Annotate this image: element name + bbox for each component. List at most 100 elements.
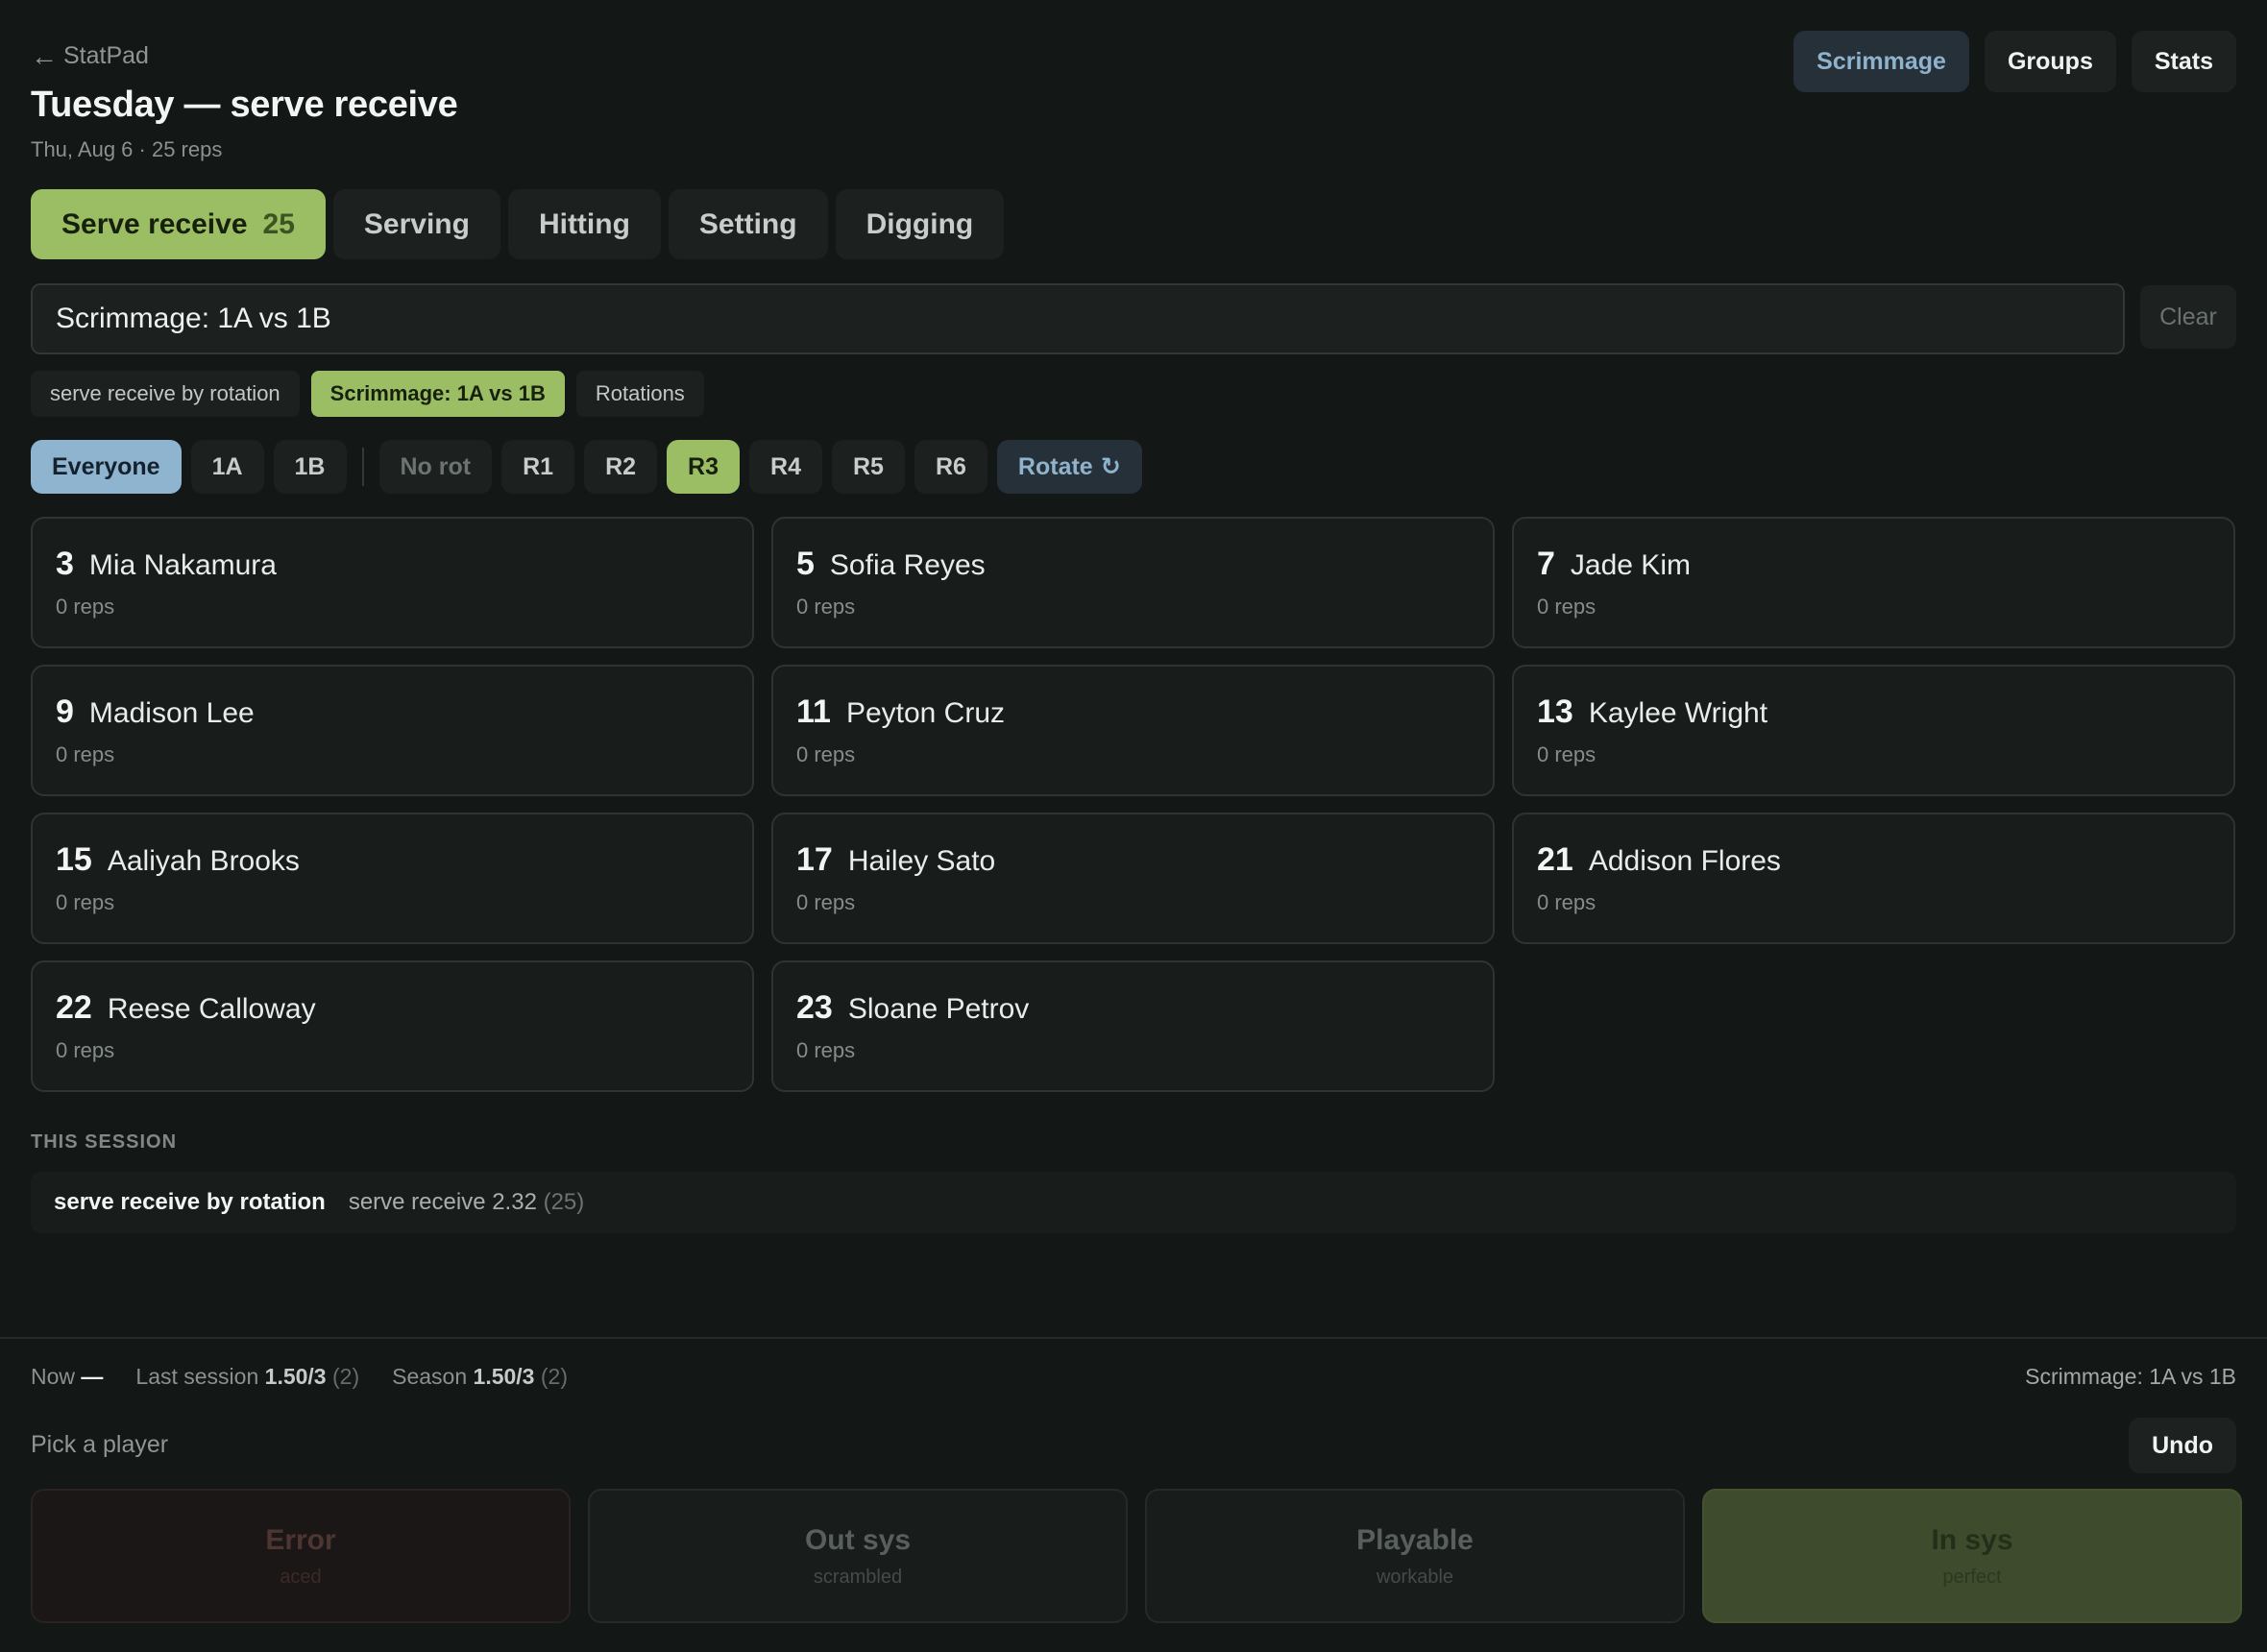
player-name: Peyton Cruz [845, 697, 1006, 729]
player-number: 23 [796, 989, 833, 1026]
grade-buttons: Error aced Out sys scrambled Playable wo… [31, 1489, 2242, 1623]
chip-serve-receive-by-rotation[interactable]: serve receive by rotation [31, 371, 300, 417]
filter-divider [361, 448, 364, 486]
nav-stats-button[interactable]: Stats [2131, 31, 2236, 92]
stat-last-count: (2) [332, 1364, 360, 1389]
player-card[interactable]: 17 Hailey Sato 0 reps [771, 813, 1495, 944]
nav-groups-button[interactable]: Groups [1984, 31, 2116, 92]
player-name: Hailey Sato [847, 845, 996, 877]
pick-player-prompt: Pick a player [31, 1431, 169, 1458]
grade-title: Playable [1356, 1523, 1474, 1556]
player-name: Kaylee Wright [1588, 697, 1768, 729]
clear-button[interactable]: Clear [2140, 285, 2236, 349]
undo-button[interactable]: Undo [2129, 1418, 2236, 1473]
stat-now-value: — [81, 1364, 104, 1389]
top-nav: Scrimmage Groups Stats [1793, 31, 2236, 92]
player-reps: 0 reps [56, 595, 115, 619]
nav-scrimmage-button[interactable]: Scrimmage [1793, 31, 1969, 92]
tab-serving[interactable]: Serving [332, 189, 500, 259]
grade-title: In sys [1931, 1523, 2013, 1556]
player-card[interactable]: 23 Sloane Petrov 0 reps [771, 960, 1495, 1092]
tab-label: Serve receive [61, 207, 248, 240]
tab-serve-receive[interactable]: Serve receive 25 [31, 189, 326, 259]
player-reps: 0 reps [1537, 890, 1597, 914]
filter-r4[interactable]: R4 [749, 440, 822, 494]
player-card[interactable]: 15 Aaliyah Brooks 0 reps [31, 813, 754, 944]
player-card[interactable]: 3 Mia Nakamura 0 reps [31, 517, 754, 648]
player-number: 11 [796, 693, 831, 730]
session-count: (25) [543, 1189, 585, 1215]
player-reps: 0 reps [56, 890, 115, 914]
player-card[interactable]: 21 Addison Flores 0 reps [1512, 813, 2235, 944]
grade-out-sys-button[interactable]: Out sys scrambled [588, 1489, 1128, 1623]
rotate-button[interactable]: Rotate ↻ [996, 440, 1142, 494]
filter-no-rot[interactable]: No rot [378, 440, 493, 494]
tab-digging[interactable]: Digging [835, 189, 1005, 259]
player-name: Jade Kim [1570, 549, 1691, 581]
grade-subtitle: workable [1376, 1566, 1454, 1588]
filter-r2[interactable]: R2 [584, 440, 658, 494]
filter-r6[interactable]: R6 [914, 440, 987, 494]
stat-last-session: Last session 1.50/3 (2) [135, 1364, 359, 1390]
rotate-icon: ↻ [1100, 453, 1121, 480]
back-link[interactable]: ← StatPad [31, 42, 149, 70]
player-name: Reese Calloway [107, 993, 316, 1025]
session-summary-row[interactable]: serve receive by rotation serve receive … [31, 1172, 2236, 1233]
player-number: 9 [56, 693, 74, 730]
player-number: 5 [796, 546, 815, 582]
player-name: Sloane Petrov [847, 993, 1030, 1025]
filter-1a[interactable]: 1A [190, 440, 264, 494]
search-input[interactable]: Scrimmage: 1A vs 1B [31, 283, 2125, 354]
player-reps: 0 reps [796, 742, 856, 766]
player-number: 22 [56, 989, 92, 1026]
filter-r3[interactable]: R3 [667, 440, 741, 494]
tab-label: Hitting [538, 207, 630, 240]
player-reps: 0 reps [796, 1038, 856, 1062]
page-subtitle: Thu, Aug 6 · 25 reps [31, 137, 223, 161]
player-card[interactable]: 22 Reese Calloway 0 reps [31, 960, 754, 1092]
session-name: serve receive by rotation [54, 1189, 326, 1215]
suggestion-chips: serve receive by rotation Scrimmage: 1A … [31, 371, 704, 417]
player-card[interactable]: 5 Sofia Reyes 0 reps [771, 517, 1495, 648]
filter-bar: Everyone 1A 1B No rot R1 R2 R3 R4 R5 R6 … [31, 440, 1142, 494]
skill-tabs: Serve receive 25 Serving Hitting Setting… [31, 189, 1005, 259]
player-reps: 0 reps [56, 742, 115, 766]
player-card[interactable]: 9 Madison Lee 0 reps [31, 665, 754, 796]
player-number: 15 [56, 841, 92, 878]
filter-r1[interactable]: R1 [501, 440, 575, 494]
player-name: Aaliyah Brooks [107, 845, 300, 877]
grade-in-sys-button[interactable]: In sys perfect [1702, 1489, 2242, 1623]
grade-title: Error [265, 1523, 336, 1556]
player-name: Addison Flores [1588, 845, 1781, 877]
player-reps: 0 reps [1537, 742, 1597, 766]
player-card[interactable]: 13 Kaylee Wright 0 reps [1512, 665, 2235, 796]
page-title: Tuesday — serve receive [31, 85, 458, 125]
player-card[interactable]: 11 Peyton Cruz 0 reps [771, 665, 1495, 796]
player-reps: 0 reps [796, 890, 856, 914]
chip-scrimmage[interactable]: Scrimmage: 1A vs 1B [310, 371, 565, 417]
player-number: 7 [1537, 546, 1555, 582]
grade-title: Out sys [804, 1523, 912, 1556]
tab-setting[interactable]: Setting [668, 189, 828, 259]
player-name: Mia Nakamura [88, 549, 277, 581]
player-reps: 0 reps [1537, 595, 1597, 619]
stat-last-value: 1.50/3 [264, 1364, 327, 1389]
stat-season-label: Season [392, 1364, 468, 1389]
stats-line: Now — Last session 1.50/3 (2) Season 1.5… [31, 1364, 568, 1390]
grade-error-button[interactable]: Error aced [31, 1489, 571, 1623]
filter-r5[interactable]: R5 [831, 440, 905, 494]
grade-playable-button[interactable]: Playable workable [1145, 1489, 1685, 1623]
chip-rotations[interactable]: Rotations [575, 371, 704, 417]
tab-hitting[interactable]: Hitting [507, 189, 661, 259]
stat-last-label: Last session [135, 1364, 259, 1389]
stat-season-value: 1.50/3 [473, 1364, 535, 1389]
player-reps: 0 reps [796, 595, 856, 619]
session-stat: serve receive 2.32 (25) [349, 1189, 584, 1216]
player-card[interactable]: 7 Jade Kim 0 reps [1512, 517, 2235, 648]
stat-now: Now — [31, 1364, 103, 1390]
filter-1b[interactable]: 1B [273, 440, 347, 494]
rotate-label: Rotate [1017, 452, 1093, 480]
grade-subtitle: perfect [1942, 1566, 2002, 1588]
player-number: 21 [1537, 841, 1573, 878]
filter-everyone[interactable]: Everyone [31, 440, 182, 494]
